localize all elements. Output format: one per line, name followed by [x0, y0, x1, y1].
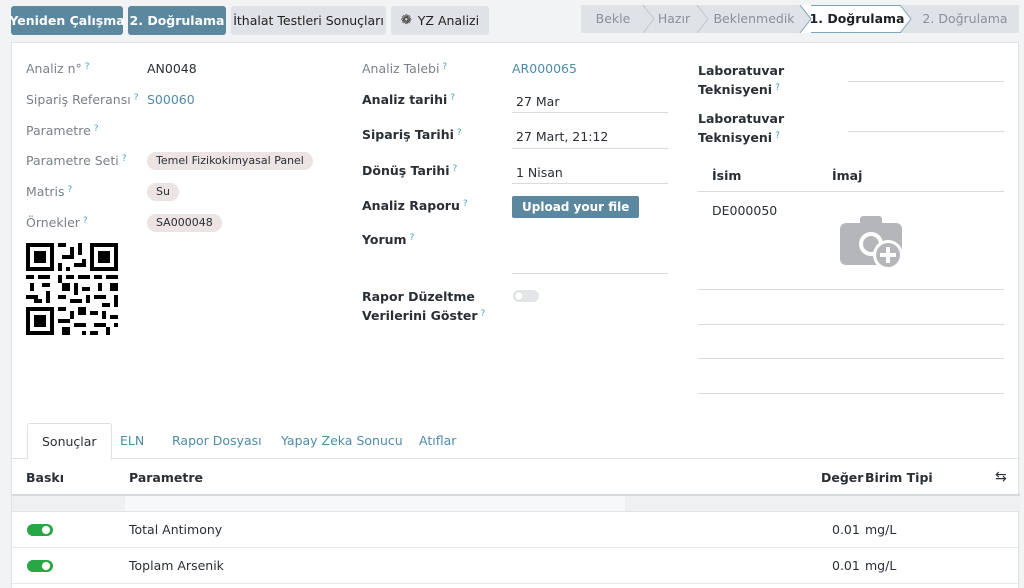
second-verification-button[interactable]: 2. Doğrulama: [128, 6, 226, 35]
order-reference-link[interactable]: S00060: [147, 92, 195, 107]
tab-results[interactable]: Sonuçlar: [27, 423, 112, 460]
status-bar: Bekle Hazır Beklenmedik 1. Doğrulama 2. …: [581, 5, 1019, 33]
order-reference-label: Sipariş Referansı?: [26, 92, 139, 107]
parameter-cell: Total Antimony: [129, 522, 223, 537]
openai-icon: ❁: [400, 13, 412, 28]
signature-header-divider: [698, 191, 1004, 192]
analysis-report-label: Analiz Raporu?: [362, 198, 468, 213]
camera-plus-icon[interactable]: [840, 213, 906, 271]
import-results-button[interactable]: İthalat Testleri Sonuçları: [231, 6, 386, 35]
results-table-header: Baskı Parametre Değer Birim Tipi ⇆: [12, 459, 1020, 496]
sample-tag[interactable]: SA000048: [147, 214, 222, 232]
qr-code-image: [26, 243, 118, 335]
analysis-request-link[interactable]: AR000065: [512, 61, 577, 76]
column-settings-icon[interactable]: ⇆: [995, 459, 1007, 496]
table-row[interactable]: Toplam Arsenik 0.01 mg/L: [12, 548, 1020, 584]
tab-references[interactable]: Atıflar: [405, 423, 470, 459]
stage-unexpected[interactable]: Beklenmedik: [703, 5, 805, 33]
matrix-tag[interactable]: Su: [147, 183, 179, 201]
lab-technician-2-label: Laboratuvar Teknisyeni?: [698, 111, 785, 145]
signature-name-cell[interactable]: DE000050: [712, 203, 777, 218]
group-row-cell: [125, 496, 625, 511]
retest-button[interactable]: Yeniden Çalışma: [9, 6, 125, 35]
stage-waiting[interactable]: Bekle: [581, 5, 645, 33]
order-date-input[interactable]: 27 Mart, 21:12: [516, 129, 608, 144]
unit-cell: mg/L: [865, 558, 897, 573]
value-cell: 0.01: [832, 522, 860, 537]
control-panel: Yeniden Çalışma 2. Doğrulama İthalat Tes…: [0, 0, 1024, 42]
print-toggle[interactable]: [27, 524, 53, 536]
signature-row-divider-4: [698, 393, 1004, 394]
unit-cell: mg/L: [865, 522, 897, 537]
show-corrections-toggle[interactable]: [513, 290, 539, 302]
value-column-header[interactable]: Değer: [821, 459, 863, 496]
analysis-number-value: AN0048: [147, 61, 197, 76]
signature-row-divider-3: [698, 358, 1004, 359]
order-date-underline: [512, 148, 668, 149]
stage-first-verification[interactable]: 1. Doğrulama: [805, 5, 909, 33]
print-column-header[interactable]: Baskı: [26, 459, 64, 496]
tab-ai-result[interactable]: Yapay Zeka Sonucu: [267, 423, 417, 459]
analysis-date-input[interactable]: 27 Mar: [516, 94, 559, 109]
parameter-label: Parametre?: [26, 123, 99, 138]
matrix-label: Matris?: [26, 184, 73, 199]
table-row[interactable]: Total Antimony 0.01 mg/L: [12, 512, 1020, 548]
return-date-underline: [512, 183, 668, 184]
notebook-tabs: Sonuçlar ELN Rapor Dosyası Yapay Zeka So…: [12, 423, 1020, 460]
upload-file-button[interactable]: Upload your file: [512, 196, 640, 218]
comment-label: Yorum?: [362, 232, 415, 247]
order-date-label: Sipariş Tarihi?: [362, 127, 462, 142]
parameter-cell: Toplam Arsenik: [129, 558, 224, 573]
analysis-date-label: Analiz tarihi?: [362, 92, 456, 107]
analysis-number-label: Analiz n°?: [26, 61, 90, 76]
return-date-label: Dönüş Tarihi?: [362, 163, 458, 178]
comment-input[interactable]: [512, 273, 668, 274]
lab-technician-1-label: Laboratuvar Teknisyeni?: [698, 63, 785, 97]
signature-row-divider-1: [698, 289, 1004, 290]
ai-analysis-button[interactable]: ❁ YZ Analizi: [391, 6, 489, 35]
parameter-set-label: Parametre Seti?: [26, 153, 127, 168]
stage-ready[interactable]: Hazır: [645, 5, 703, 33]
ai-analysis-label: YZ Analizi: [417, 13, 480, 28]
print-toggle[interactable]: [27, 560, 53, 572]
analysis-date-underline: [512, 112, 668, 113]
tab-eln[interactable]: ELN: [106, 423, 158, 459]
tab-report-file[interactable]: Rapor Dosyası: [158, 423, 276, 459]
results-group-row: [12, 496, 1020, 512]
signature-name-header: İsim: [712, 168, 742, 183]
form-sheet: Analiz n°? AN0048 Sipariş Referansı? S00…: [11, 42, 1020, 588]
unit-column-header[interactable]: Birim Tipi: [865, 459, 933, 496]
value-cell: 0.01: [832, 558, 860, 573]
signature-row-divider-2: [698, 324, 1004, 325]
show-corrections-label: Rapor Düzeltme Verilerini Göster?: [362, 289, 486, 323]
lab-technician-1-input[interactable]: [848, 81, 1004, 82]
lab-technician-2-input[interactable]: [848, 131, 1004, 132]
return-date-input[interactable]: 1 Nisan: [516, 165, 563, 180]
parameter-column-header[interactable]: Parametre: [129, 459, 203, 496]
analysis-request-label: Analiz Talebi?: [362, 61, 448, 76]
stage-second-verification[interactable]: 2. Doğrulama: [911, 5, 1019, 33]
signature-image-header: İmaj: [832, 168, 863, 183]
samples-label: Örnekler?: [26, 215, 88, 230]
parameter-set-tag[interactable]: Temel Fizikokimyasal Panel: [147, 152, 313, 170]
